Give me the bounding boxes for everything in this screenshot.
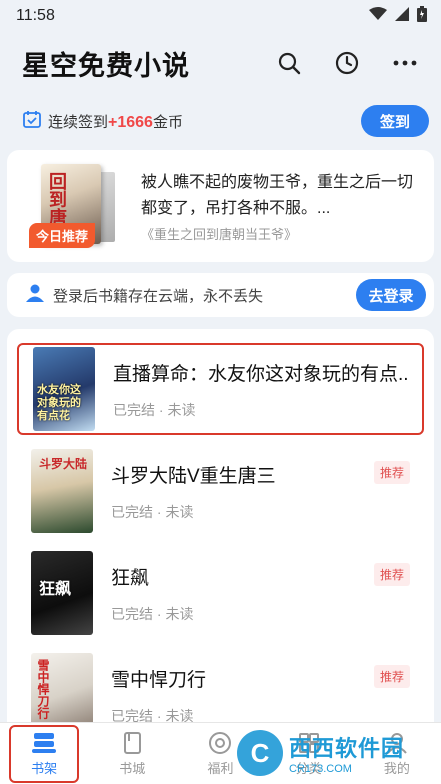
nav-label: 书城 [119,760,146,776]
book-info: 狂飙 已完结 · 未读 [111,563,410,624]
book-cover[interactable]: 水友你这对象玩的有点花 [33,347,95,431]
nav-category[interactable]: 分类 [274,731,344,777]
book-status: 已完结 · 未读 [113,401,196,418]
header-actions [273,47,421,79]
welfare-icon [208,731,232,758]
history-clock-icon[interactable] [331,47,363,79]
book-item[interactable]: 狂飙 狂飙 已完结 · 未读 推荐 [17,547,424,639]
login-prompt: 登录后书籍存在云端，永不丢失 [25,283,263,307]
search-icon[interactable] [273,47,305,79]
profile-icon [385,731,409,758]
category-icon [297,731,321,758]
login-button[interactable]: 去登录 [356,279,426,311]
nav-bookshelf[interactable]: 书架 [9,724,80,783]
signal-icon [395,6,409,26]
wifi-icon [369,6,387,26]
book-item[interactable]: 斗罗大陆 斗罗大陆V重生唐三 已完结 · 未读 推荐 [17,445,424,537]
nav-label: 我的 [383,760,410,776]
book-title: 直播算命：水友你这对象玩的有点... [113,363,408,385]
book-item[interactable]: 水友你这对象玩的有点花 直播算命：水友你这对象玩的有点... 已完结 · 未读 [17,343,424,435]
nav-profile[interactable]: 我的 [362,731,432,777]
book-store-icon [120,731,144,758]
book-info: 直播算命：水友你这对象玩的有点... 已完结 · 未读 [113,359,408,420]
status-icons [369,5,427,27]
book-status: 已完结 · 未读 [111,503,194,520]
more-icon[interactable] [389,47,421,79]
book-title: 狂飙 [111,567,150,589]
checkin-button[interactable]: 签到 [361,105,429,137]
book-cover-text: 雪中悍刀行 [36,659,50,719]
nav-label: 福利 [207,760,234,776]
book-cover[interactable]: 狂飙 [31,551,93,635]
app-title: 星空免费小说 [22,50,190,81]
book-info: 雪中悍刀行 已完结 · 未读 [111,665,410,726]
recommend-description: 被人瞧不起的废物王爷，重生之后一切都变了，吊打各种不服。... [141,173,414,217]
recommend-badge: 今日推荐 [29,223,96,248]
app-header: 星空免费小说 [0,32,441,94]
login-text: 登录后书籍存在云端，永不丢失 [53,287,264,305]
nav-welfare[interactable]: 福利 [185,731,255,777]
calendar-check-icon [22,109,42,133]
checkin-prefix: 连续签到 [48,113,109,131]
recommend-cover[interactable]: 回到唐朝 今日推荐 [29,164,121,248]
status-bar: 11:58 [0,0,441,32]
nav-label: 书架 [31,760,58,776]
status-time: 11:58 [16,7,55,24]
checkin-suffix: 金币 [152,113,183,131]
recommend-tag: 推荐 [373,665,410,688]
book-info: 斗罗大陆V重生唐三 已完结 · 未读 [111,461,410,522]
checkin-row: 连续签到+1666金币 签到 [0,98,441,144]
book-cover-text: 狂飙 [39,581,72,598]
book-status: 已完结 · 未读 [111,605,194,622]
login-card: 登录后书籍存在云端，永不丢失 去登录 [7,273,434,317]
recommend-tag: 推荐 [373,563,410,586]
bookshelf-icon [31,731,57,758]
book-title: 斗罗大陆V重生唐三 [111,465,276,487]
checkin-coins: +1666 [108,113,153,131]
book-title: 雪中悍刀行 [111,669,207,691]
book-cover-text: 水友你这对象玩的有点花 [37,384,81,422]
recommend-source: 《重生之回到唐朝当王爷》 [141,226,298,242]
book-cover[interactable]: 斗罗大陆 [31,449,93,533]
nav-book-store[interactable]: 书城 [97,731,167,777]
user-icon [25,283,45,307]
recommend-text: 被人瞧不起的废物王爷，重生之后一切都变了，吊打各种不服。... 《重生之回到唐朝… [141,170,420,243]
checkin-text: 连续签到+1666金币 [22,109,183,133]
book-cover-text: 斗罗大陆 [39,457,88,471]
nav-label: 分类 [295,760,322,776]
bottom-nav: 书架 书城 福利 分类 我的 [0,722,441,784]
battery-icon [417,5,427,27]
bookshelf-list: 水友你这对象玩的有点花 直播算命：水友你这对象玩的有点... 已完结 · 未读 … [7,329,434,749]
recommend-tag: 推荐 [373,461,410,484]
recommend-card[interactable]: 回到唐朝 今日推荐 被人瞧不起的废物王爷，重生之后一切都变了，吊打各种不服。..… [7,150,434,262]
